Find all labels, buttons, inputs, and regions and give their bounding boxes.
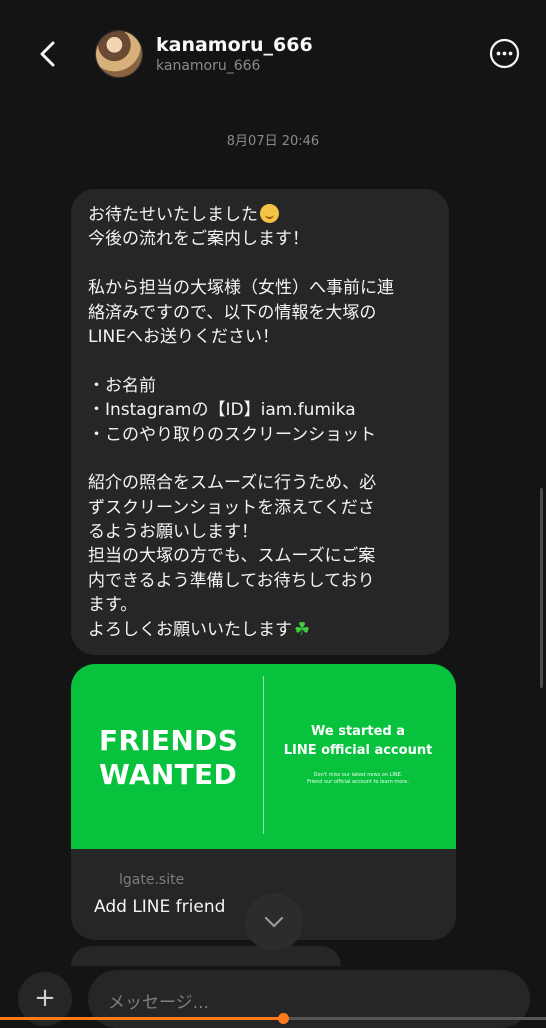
message-line: るようお願いします！ (88, 522, 258, 543)
message-line: ・Instagramの【ID】iam.fumika (88, 400, 356, 421)
chevron-down-icon (264, 916, 284, 928)
message-line: ・お名前 (88, 375, 156, 396)
message-line (88, 252, 438, 276)
message-line: 内できるよう準備してお待ちしており (88, 570, 375, 591)
banner-headline: FRIENDS WANTED (99, 724, 238, 792)
message-line: ずスクリーンショットを添えてくださ (88, 497, 375, 518)
message-line: 今後の流れをご案内します！ (88, 229, 309, 250)
link-preview-banner[interactable]: FRIENDS WANTED We started a LINE officia… (71, 664, 456, 849)
banner-caption: Don't miss our latest news on LINE. Frie… (307, 772, 409, 785)
message-line: LINEへお送りください！ (88, 326, 279, 347)
message-line: 私から担当の大塚様（女性）へ事前に連 (88, 278, 394, 299)
message-timestamp: 8月07日 20:46 (226, 134, 320, 149)
contact-handle: kanamoru_666 (156, 58, 261, 74)
message-text: お待たせいたしました 今後の流れをご案内します！ 私から担当の大塚様（女性）へ事… (88, 203, 438, 642)
avatar[interactable] (96, 31, 142, 77)
scroll-to-bottom-button[interactable] (245, 893, 303, 951)
banner-headline-text: FRIENDS WANTED (99, 724, 239, 791)
smiling-face-emoji (260, 204, 279, 223)
message-line: 紹介の照合をスムーズに行うため、必 (88, 473, 377, 494)
message-line: ます。 (88, 595, 138, 616)
message-line: ・このやり取りのスクリーンショット (88, 424, 377, 445)
banner-divider (263, 676, 264, 834)
message-line: お待たせいたしました (88, 203, 438, 227)
progress-fill (0, 1017, 284, 1020)
message-line: 絡済みですので、以下の情報を大塚の (88, 302, 377, 323)
message-line (88, 447, 438, 471)
back-arrow-icon[interactable] (34, 38, 62, 70)
message-line: よろしくお願いいたします ☘ (88, 618, 311, 640)
scrollbar[interactable] (540, 488, 543, 688)
link-title[interactable]: Add LINE friend (94, 897, 225, 917)
contact-name[interactable]: kanamoru_666 (156, 34, 313, 56)
progress-handle[interactable] (278, 1013, 289, 1024)
message-line: 担当の大塚の方でも、スムーズにご案 (88, 546, 376, 567)
clover-emoji: ☘ (294, 618, 311, 640)
link-domain: lgate.site (119, 872, 185, 888)
plus-icon: + (34, 983, 56, 1013)
banner-subtitle: We started a LINE official account (283, 724, 433, 758)
message-line (88, 349, 438, 373)
message-input-placeholder: メッセージ... (108, 993, 209, 1013)
chat-header: kanamoru_666 kanamoru_666 (0, 0, 546, 108)
more-options-icon[interactable] (489, 38, 520, 69)
